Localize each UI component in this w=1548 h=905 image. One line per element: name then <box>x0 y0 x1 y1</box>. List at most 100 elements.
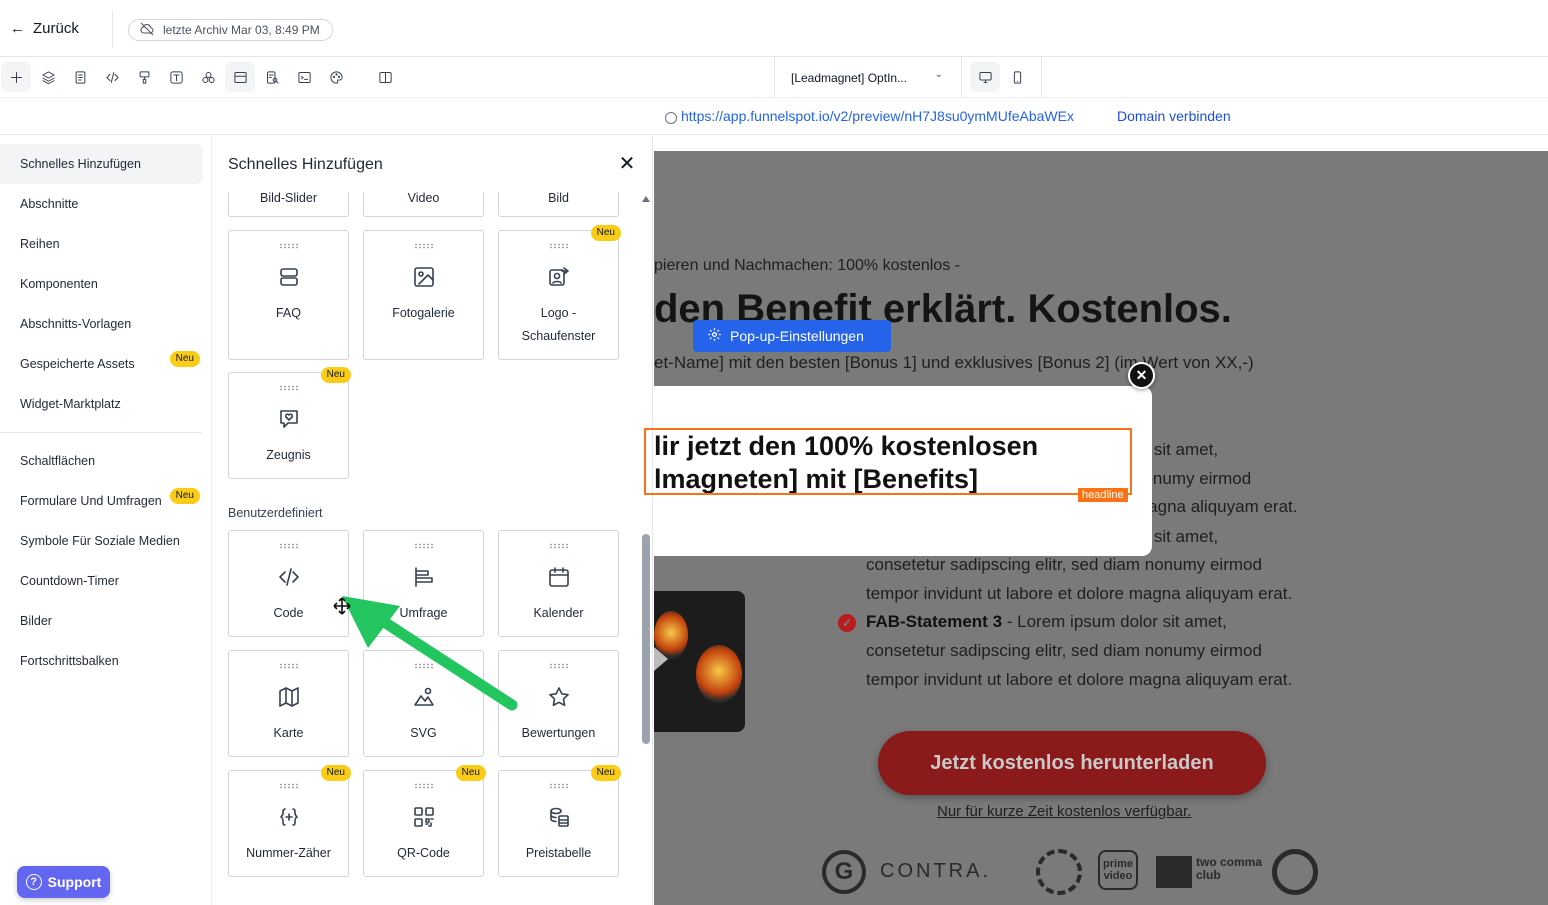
page-select[interactable]: [Leadmagnet] OptIn... ⌄ <box>774 57 962 98</box>
mobile-icon[interactable] <box>1002 62 1032 92</box>
new-badge: Neu <box>320 367 351 383</box>
element-type-tag: headline <box>1078 488 1128 502</box>
category-label: Schaltflächen <box>20 454 96 468</box>
popup-settings-label: Pop-up-Einstellungen <box>730 328 864 344</box>
components-icon[interactable] <box>193 62 223 92</box>
two-comma-club-mark <box>1156 856 1192 888</box>
element-card-karte[interactable]: Karte <box>228 650 349 757</box>
counter-icon <box>277 805 301 829</box>
chevron-down-icon: ⌄ <box>934 69 943 80</box>
popup-settings-button[interactable]: Pop-up-Einstellungen <box>693 320 891 352</box>
page-icon[interactable] <box>65 62 95 92</box>
code-icon[interactable] <box>97 62 127 92</box>
close-icon[interactable]: ✕ <box>616 152 638 175</box>
category-komponenten[interactable]: Komponenten <box>0 264 202 304</box>
card-label: SVG <box>410 726 437 740</box>
category-label: Symbole Für Soziale Medien <box>20 534 180 548</box>
category-reihen[interactable]: Reihen <box>0 224 202 264</box>
terminal-icon[interactable] <box>289 62 319 92</box>
drag-handle-icon <box>278 663 299 669</box>
page-subline: et-Name] mit den besten [Bonus 1] und ex… <box>654 353 1254 372</box>
element-card-kalender[interactable]: Kalender <box>498 530 619 637</box>
category-schnelles-hinzufuegen[interactable]: Schnelles Hinzufügen <box>0 144 202 184</box>
split-view-icon[interactable] <box>370 62 400 92</box>
logo-contra: CONTRA. <box>880 860 991 882</box>
element-card-faq[interactable]: FAQ <box>228 230 349 360</box>
faq-icon <box>277 265 301 289</box>
seo-icon[interactable] <box>257 62 287 92</box>
video-ball <box>696 645 742 703</box>
layers-icon[interactable] <box>33 62 63 92</box>
element-card-logo-schaufenster[interactable]: Neu Logo - Schaufenster <box>498 225 621 360</box>
drag-handle-icon <box>413 783 434 789</box>
element-card-fotogalerie[interactable]: Fotogalerie <box>363 230 484 360</box>
element-card-svg[interactable]: SVG <box>363 650 484 757</box>
category-widget-marktplatz[interactable]: Widget-Marktplatz <box>0 384 202 424</box>
cta-note-link[interactable]: Nur für kurze Zeit kostenlos verfügbar. <box>937 803 1191 820</box>
card-label: Bewertungen <box>521 726 596 740</box>
card-label: Fotogalerie <box>392 306 455 320</box>
drag-handle-icon <box>548 243 569 249</box>
element-card-nummer-zaehler[interactable]: Neu Nummer-Zäher <box>228 765 351 877</box>
survey-icon <box>412 565 436 589</box>
drag-handle-icon <box>278 243 299 249</box>
element-card-qr-code[interactable]: Neu QR-Code <box>363 765 486 877</box>
support-button[interactable]: ? Support <box>17 866 110 898</box>
category-formulare[interactable]: Formulare Und Umfragen Neu <box>0 481 202 521</box>
category-label: Bilder <box>20 614 52 628</box>
category-abschnitte[interactable]: Abschnitte <box>0 184 202 224</box>
category-bilder[interactable]: Bilder <box>0 601 202 641</box>
category-gespeicherte-assets[interactable]: Gespeicherte Assets Neu <box>0 344 202 384</box>
drag-handle-icon <box>413 243 434 249</box>
category-abschnitts-vorlagen[interactable]: Abschnitts-Vorlagen <box>0 304 202 344</box>
drag-handle-icon <box>278 783 299 789</box>
element-card-bewertungen[interactable]: Bewertungen <box>498 650 619 757</box>
popup-headline-line: lir jetzt den 100% kostenlosen <box>654 431 1039 461</box>
panel-scroll-area[interactable]: Bild-Slider Video Bild FAQ Fotogalerie N… <box>212 192 652 905</box>
text-icon[interactable] <box>161 62 191 92</box>
fab-text: tempor invidunt ut labore et dolore magn… <box>866 670 1293 689</box>
paint-icon[interactable] <box>129 62 159 92</box>
connect-domain-link[interactable]: Domain verbinden <box>1117 108 1231 124</box>
category-label: Fortschrittsbalken <box>20 654 119 668</box>
category-label: Schnelles Hinzufügen <box>20 157 141 171</box>
preview-url-link[interactable]: https://app.funnelspot.io/v2/preview/nH7… <box>681 108 1074 124</box>
back-label: Zurück <box>33 20 79 37</box>
gear-icon <box>707 327 722 345</box>
category-countdown[interactable]: Countdown-Timer <box>0 561 202 601</box>
archive-status[interactable]: letzte Archiv Mar 03, 8:49 PM <box>128 19 333 41</box>
element-card-bild-slider[interactable]: Bild-Slider <box>228 192 349 217</box>
cta-button[interactable]: Jetzt kostenlos herunterladen <box>878 731 1266 795</box>
drag-handle-icon <box>413 663 434 669</box>
map-icon <box>277 685 301 709</box>
logo-g: G <box>822 850 866 894</box>
category-social-icons[interactable]: Symbole Für Soziale Medien <box>0 521 202 561</box>
element-card-preistabelle[interactable]: Neu Preistabelle <box>498 765 621 877</box>
category-fortschrittsbalken[interactable]: Fortschrittsbalken <box>0 641 202 681</box>
plus-icon[interactable] <box>1 62 31 92</box>
element-card-bild[interactable]: Bild <box>498 192 619 217</box>
category-schaltflaechen[interactable]: Schaltflächen <box>0 441 202 481</box>
logo-two-comma-club: two comma club <box>1196 855 1263 882</box>
desktop-icon[interactable] <box>970 62 1000 92</box>
category-label: Widget-Marktplatz <box>20 397 121 411</box>
element-card-video[interactable]: Video <box>363 192 484 217</box>
scroll-up-arrow[interactable] <box>642 196 650 202</box>
top-bar: ← Zurück letzte Archiv Mar 03, 8:49 PM <box>0 0 1548 57</box>
scrollbar-thumb[interactable] <box>642 534 650 744</box>
popup-headline[interactable]: lir jetzt den 100% kostenlosen lmagneten… <box>644 428 1132 495</box>
card-label: Video <box>407 192 440 205</box>
element-card-code[interactable]: Code <box>228 530 349 637</box>
archive-label: letzte Archiv Mar 03, 8:49 PM <box>163 23 320 37</box>
sections-icon[interactable] <box>225 62 255 92</box>
video-thumbnail[interactable] <box>654 591 745 732</box>
popup-modal[interactable]: lir jetzt den 100% kostenlosen lmagneten… <box>644 386 1152 556</box>
page-pretitle: pieren und Nachmachen: 100% kostenlos - <box>654 257 960 274</box>
element-card-umfrage[interactable]: Umfrage <box>363 530 484 637</box>
palette-icon[interactable] <box>321 62 351 92</box>
fab-text: magna aliquyam erat. <box>1134 497 1298 516</box>
element-card-zeugnis[interactable]: Neu Zeugnis <box>228 367 351 479</box>
page-select-value: [Leadmagnet] OptIn... <box>791 70 908 85</box>
back-button[interactable]: ← Zurück <box>10 20 79 37</box>
popup-close-button[interactable]: ✕ <box>1128 362 1155 389</box>
